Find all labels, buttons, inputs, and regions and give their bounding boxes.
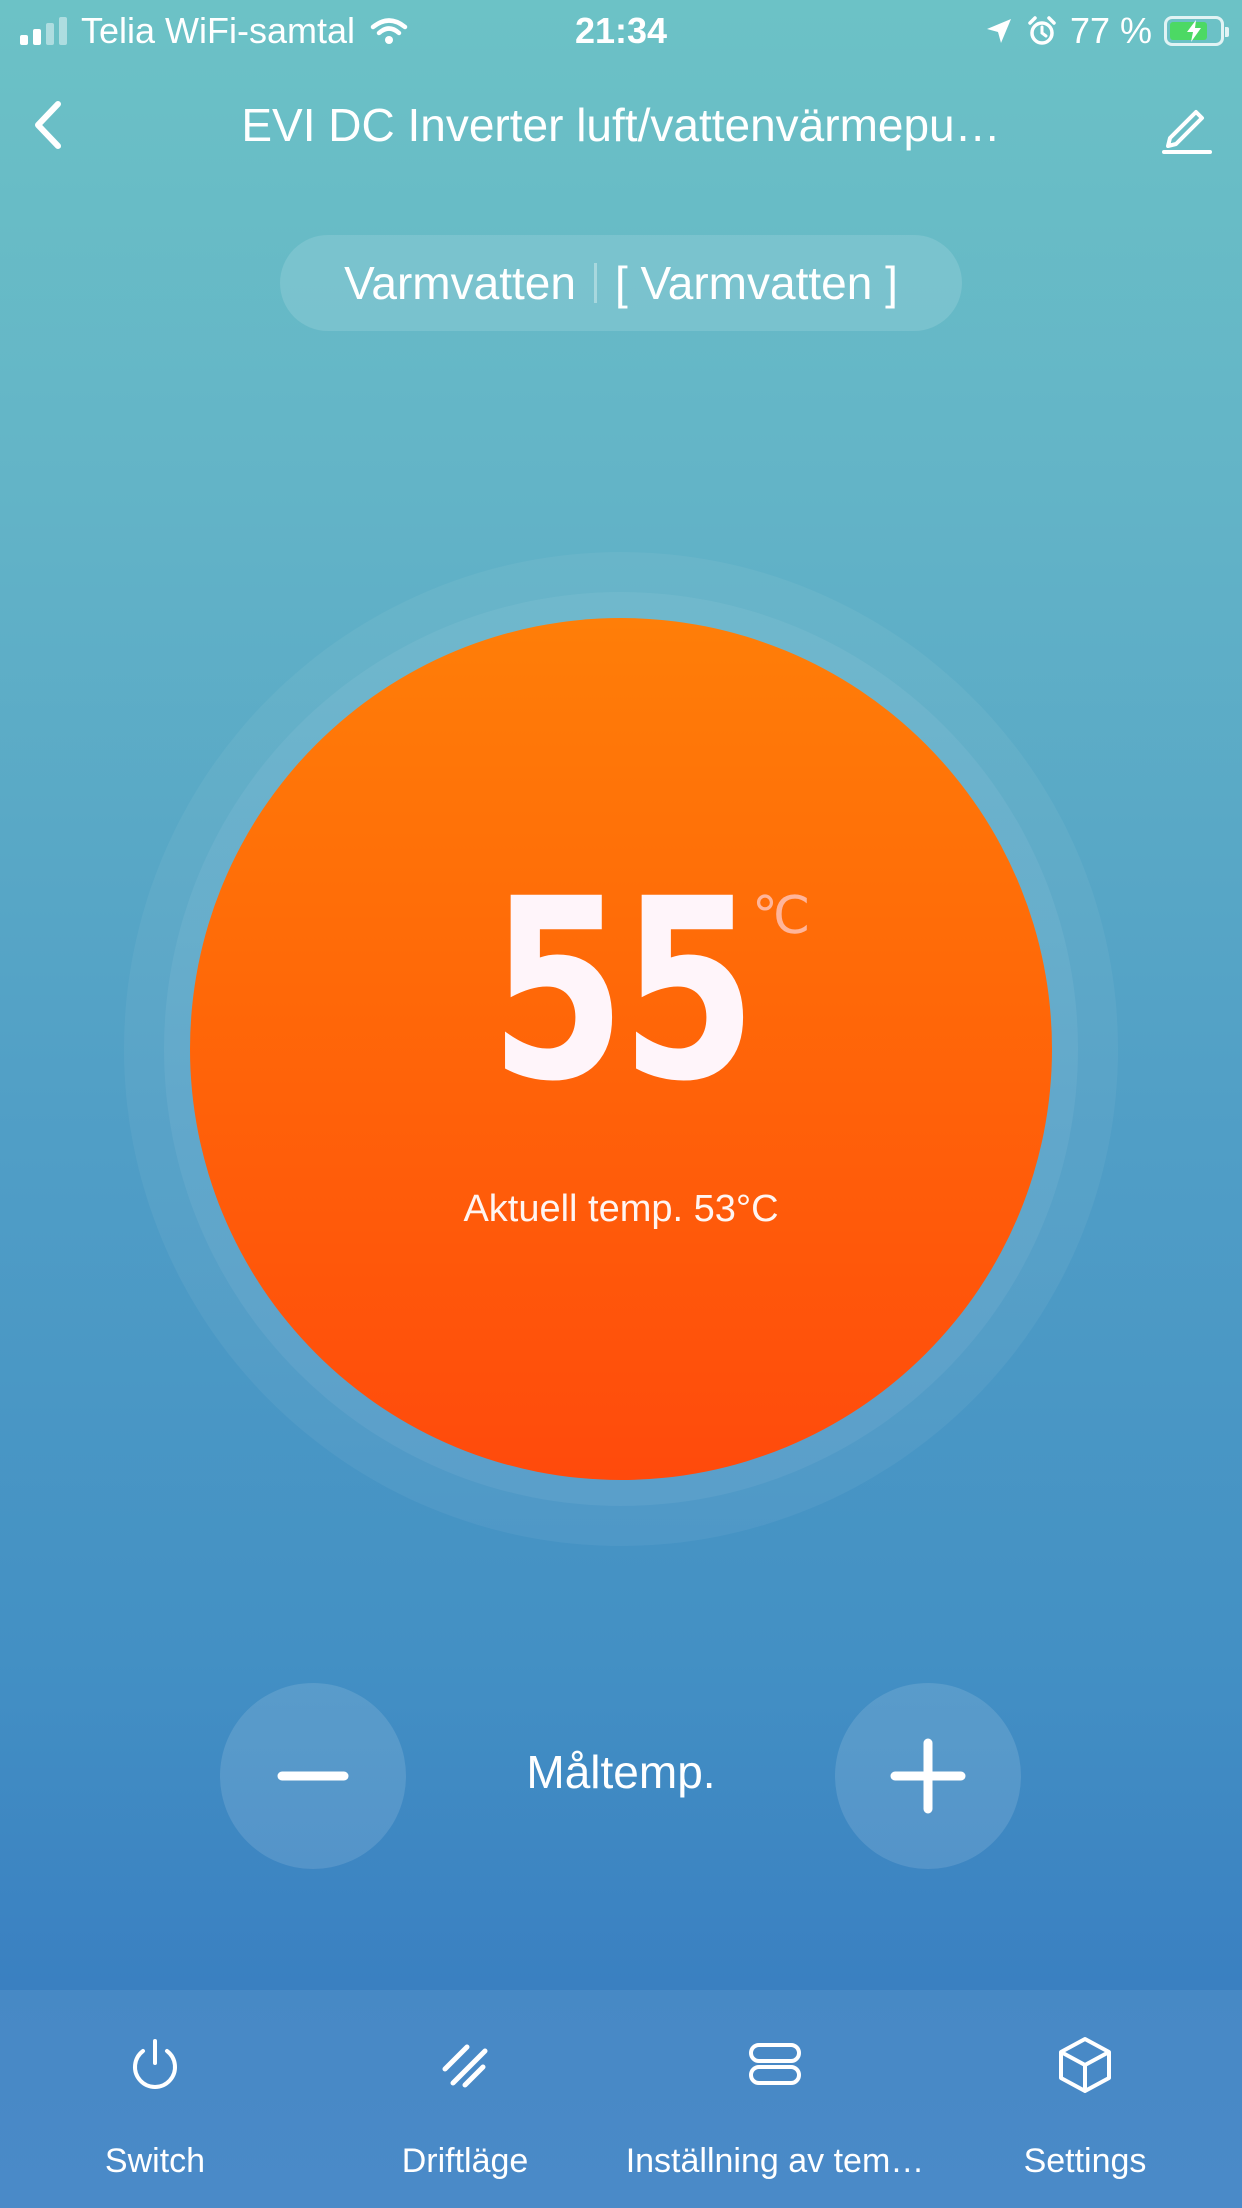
charging-bolt-icon: [1187, 20, 1201, 42]
temperature-unit: ℃: [752, 887, 811, 945]
target-temperature-value: 55: [489, 845, 757, 1136]
mode-selector[interactable]: Varmvatten [ Varmvatten ]: [280, 235, 962, 331]
navigation-bar: EVI DC Inverter luft/vattenvärmepu…: [0, 80, 1242, 170]
temperature-dial: 55 ℃ Aktuell temp. 53°C: [190, 618, 1052, 1480]
back-button[interactable]: [24, 92, 84, 158]
stack-icon: [749, 2043, 801, 2085]
tab-switch[interactable]: Switch: [0, 1990, 310, 2208]
app-screen: Telia WiFi-samtal 21:34 77 % EVI DC Inve…: [0, 0, 1242, 2208]
cube-icon: [1059, 2037, 1111, 2093]
tab-label: Settings: [1023, 2142, 1147, 2180]
alarm-clock-icon: [1028, 16, 1056, 45]
page-title: EVI DC Inverter luft/vattenvärmepu…: [241, 99, 1001, 151]
current-temperature: Aktuell temp. 53°C: [463, 1188, 779, 1230]
mode-divider: [593, 263, 597, 303]
tab-label: Inställning av tem…: [625, 2142, 925, 2180]
power-icon: [133, 2039, 177, 2089]
mode-primary-label: Varmvatten: [344, 257, 576, 309]
battery-percent: 77 %: [1069, 10, 1152, 51]
mode-slashes-icon: [442, 2044, 488, 2088]
mode-secondary-label: [ Varmvatten ]: [614, 257, 898, 309]
pencil-icon: [1162, 110, 1212, 154]
target-temperature-label: Måltemp.: [526, 1746, 716, 1798]
tab-driftlage[interactable]: Driftläge: [310, 1990, 620, 2208]
bottom-tab-bar: Switch Driftläge Inställning av tem… Set…: [0, 1990, 1242, 2208]
location-arrow-icon: [986, 19, 1011, 43]
tab-label: Driftläge: [401, 2142, 529, 2180]
edit-button[interactable]: [1154, 94, 1218, 158]
chevron-left-icon: [35, 101, 61, 149]
minus-icon: [277, 1771, 349, 1781]
status-bar: Telia WiFi-samtal 21:34 77 %: [0, 0, 1242, 62]
tab-temperature-setting[interactable]: Inställning av tem…: [620, 1990, 930, 2208]
battery-icon: [1164, 16, 1229, 46]
increase-temperature-button[interactable]: [835, 1683, 1021, 1869]
decrease-temperature-button[interactable]: [220, 1683, 406, 1869]
plus-icon: [890, 1738, 966, 1814]
status-right: 77 %: [984, 10, 1229, 52]
tab-settings[interactable]: Settings: [930, 1990, 1240, 2208]
tab-label: Switch: [104, 2142, 206, 2180]
